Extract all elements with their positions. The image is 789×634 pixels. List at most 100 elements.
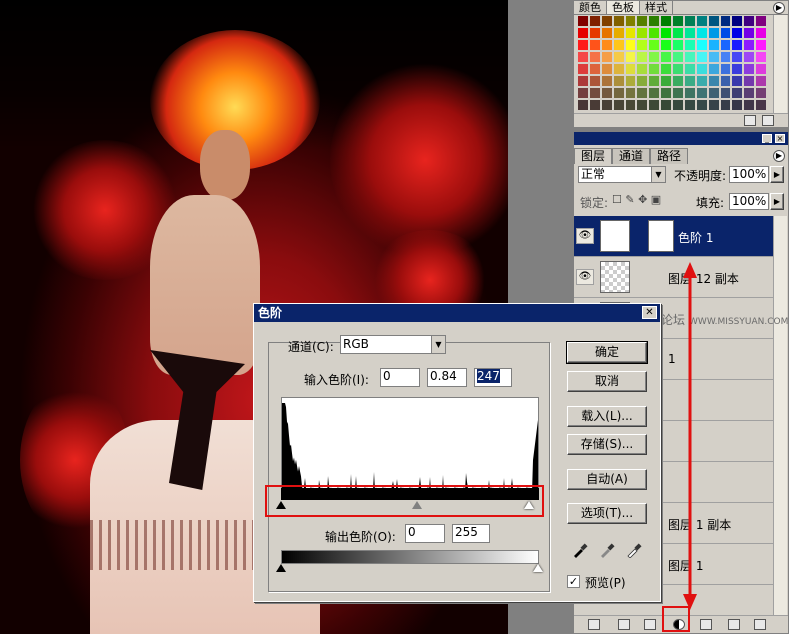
output-black-slider[interactable]: [276, 564, 286, 572]
swatch[interactable]: [719, 15, 732, 27]
tab-layers[interactable]: 图层: [574, 148, 613, 164]
swatch[interactable]: [731, 63, 744, 75]
swatch[interactable]: [672, 75, 684, 87]
close-icon[interactable]: ✕: [642, 306, 657, 319]
layers-scrollbar[interactable]: [773, 216, 787, 616]
swatch[interactable]: [577, 99, 589, 111]
new-layer-icon[interactable]: [728, 619, 740, 630]
swatch[interactable]: [695, 39, 708, 51]
swatch[interactable]: [660, 99, 672, 111]
swatch[interactable]: [707, 75, 720, 87]
swatch[interactable]: [624, 51, 637, 63]
swatch[interactable]: [577, 75, 589, 87]
swatch[interactable]: [731, 51, 744, 63]
swatch[interactable]: [648, 51, 661, 63]
swatch[interactable]: [636, 15, 649, 27]
swatch[interactable]: [636, 63, 649, 75]
swatch[interactable]: [577, 15, 589, 27]
swatch[interactable]: [731, 75, 744, 87]
layer-style-icon[interactable]: [618, 619, 630, 630]
swatch[interactable]: [707, 87, 720, 99]
swatch[interactable]: [743, 75, 756, 87]
swatch[interactable]: [624, 15, 637, 27]
swatch[interactable]: [731, 87, 744, 99]
swatch[interactable]: [683, 51, 696, 63]
swatch[interactable]: [588, 87, 601, 99]
layers-menu-icon[interactable]: ▶: [773, 150, 785, 162]
load-button[interactable]: 载入(L)...: [567, 406, 647, 427]
tab-color[interactable]: 颜色: [574, 1, 607, 14]
swatch[interactable]: [588, 27, 601, 39]
new-swatch-icon[interactable]: [744, 115, 756, 126]
swatch[interactable]: [755, 87, 767, 99]
swatch[interactable]: [612, 99, 625, 111]
swatch[interactable]: [695, 99, 708, 111]
swatch[interactable]: [755, 99, 767, 111]
swatch[interactable]: [731, 99, 744, 111]
swatch[interactable]: [672, 15, 684, 27]
swatch[interactable]: [719, 63, 732, 75]
swatch[interactable]: [683, 15, 696, 27]
swatch[interactable]: [600, 87, 613, 99]
layers-titlebar[interactable]: _ ×: [574, 132, 788, 145]
swatch[interactable]: [636, 27, 649, 39]
layer-row[interactable]: 👁 色阶 1: [574, 216, 774, 257]
swatch[interactable]: [755, 15, 767, 27]
preview-checkbox[interactable]: ✓: [567, 575, 580, 588]
swatch[interactable]: [707, 15, 720, 27]
swatch[interactable]: [577, 87, 589, 99]
swatch[interactable]: [672, 27, 684, 39]
swatch[interactable]: [600, 39, 613, 51]
eye-icon[interactable]: 👁: [576, 269, 594, 285]
output-white-field[interactable]: 255: [452, 524, 490, 543]
output-white-slider[interactable]: [533, 564, 543, 572]
swatch[interactable]: [600, 15, 613, 27]
swatch[interactable]: [695, 75, 708, 87]
swatch[interactable]: [719, 87, 732, 99]
swatch[interactable]: [683, 75, 696, 87]
swatch[interactable]: [660, 63, 672, 75]
tab-channels[interactable]: 通道: [612, 148, 651, 164]
swatch[interactable]: [624, 39, 637, 51]
swatch[interactable]: [695, 63, 708, 75]
swatch[interactable]: [743, 39, 756, 51]
swatch[interactable]: [731, 39, 744, 51]
swatch[interactable]: [588, 63, 601, 75]
swatch[interactable]: [743, 15, 756, 27]
swatch[interactable]: [648, 27, 661, 39]
swatch[interactable]: [612, 75, 625, 87]
swatch[interactable]: [695, 51, 708, 63]
fill-field[interactable]: 100%: [729, 193, 769, 210]
layer-mask-icon[interactable]: [644, 619, 656, 630]
swatch[interactable]: [755, 63, 767, 75]
swatch[interactable]: [577, 51, 589, 63]
swatch[interactable]: [672, 63, 684, 75]
swatch[interactable]: [719, 27, 732, 39]
swatch[interactable]: [683, 39, 696, 51]
swatch[interactable]: [672, 51, 684, 63]
swatch[interactable]: [588, 15, 601, 27]
opacity-arrow-button[interactable]: ▶: [770, 166, 784, 183]
swatch[interactable]: [672, 39, 684, 51]
swatch[interactable]: [612, 63, 625, 75]
swatch[interactable]: [683, 87, 696, 99]
swatch[interactable]: [624, 99, 637, 111]
tab-swatches[interactable]: 色板: [607, 1, 640, 14]
swatch[interactable]: [648, 39, 661, 51]
swatch[interactable]: [707, 27, 720, 39]
swatch[interactable]: [648, 75, 661, 87]
swatch[interactable]: [755, 27, 767, 39]
delete-layer-icon[interactable]: [754, 619, 766, 630]
eye-icon[interactable]: 👁: [576, 228, 594, 244]
swatch[interactable]: [636, 87, 649, 99]
black-eyedropper-icon[interactable]: [572, 542, 588, 558]
swatch[interactable]: [624, 27, 637, 39]
layer-row[interactable]: 👁 图层 12 副本: [574, 257, 774, 298]
swatch[interactable]: [600, 51, 613, 63]
swatch[interactable]: [755, 39, 767, 51]
dialog-title[interactable]: 色阶: [254, 304, 660, 322]
panel-menu-icon[interactable]: ▶: [773, 2, 785, 14]
white-eyedropper-icon[interactable]: [626, 542, 642, 558]
swatch[interactable]: [648, 15, 661, 27]
fill-arrow-button[interactable]: ▶: [770, 193, 784, 210]
